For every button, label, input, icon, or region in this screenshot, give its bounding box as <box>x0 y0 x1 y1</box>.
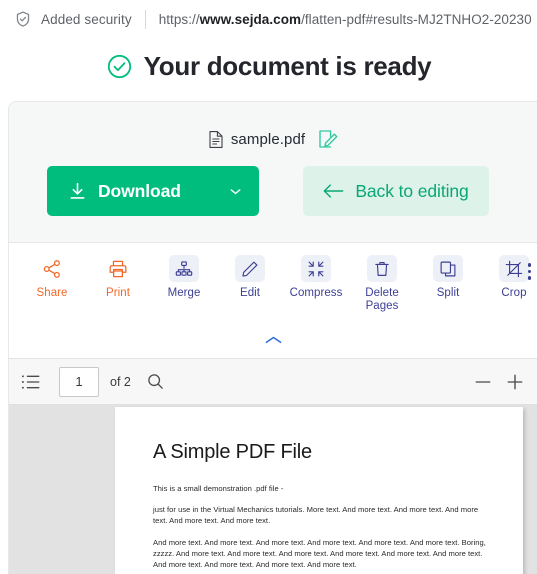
kebab-vertical-icon <box>527 263 531 267</box>
compress-arrows-icon <box>301 255 331 282</box>
zoom-out-button[interactable] <box>467 366 499 398</box>
zoom-in-button[interactable] <box>499 366 531 398</box>
arrow-left-icon <box>323 183 344 199</box>
download-label: Download <box>98 180 181 201</box>
pdf-paragraph: This is a small demonstration .pdf file … <box>153 484 284 493</box>
app-root: Added security https://www.sejda.com/fla… <box>0 0 537 574</box>
page-total-label: of 2 <box>110 374 131 389</box>
url-path: /flatten-pdf#results-MJ2TNHO2-20230 <box>301 11 532 27</box>
trash-icon <box>367 255 397 282</box>
pdf-page-content: A Simple PDF File This is a small demons… <box>115 407 523 574</box>
crop-icon <box>499 255 529 282</box>
viewer-toolbar-right <box>467 366 537 398</box>
security-label: Added security <box>41 11 132 27</box>
pdf-page-1: A Simple PDF File This is a small demons… <box>115 407 523 574</box>
tool-label: Print <box>106 287 130 299</box>
pdf-paragraph: just for use in the Virtual Mechanics tu… <box>153 505 479 526</box>
omnibox-divider <box>144 9 146 29</box>
file-name: sample.pdf <box>230 130 306 148</box>
viewer-toolbar-left: of 2 <box>9 366 164 397</box>
search-icon[interactable] <box>147 373 164 390</box>
tool-label: Edit <box>239 287 261 299</box>
omnibox-content: Added security https://www.sejda.com/fla… <box>0 9 537 29</box>
list-thumbnails-icon[interactable] <box>21 374 40 390</box>
page-title: Your document is ready <box>143 50 432 81</box>
tool-share[interactable]: Share <box>19 255 85 300</box>
back-to-editing-label: Back to editing <box>355 180 469 201</box>
address-bar-url[interactable]: https://www.sejda.com/flatten-pdf#result… <box>159 12 532 27</box>
tools-toolbar: Share Print Merge Edit Compress Delete P… <box>8 243 537 331</box>
chevron-up-icon[interactable] <box>260 331 286 349</box>
browser-omnibox[interactable]: Added security https://www.sejda.com/fla… <box>0 0 537 38</box>
file-name-row: sample.pdf <box>9 129 537 149</box>
back-to-editing-button[interactable]: Back to editing <box>303 166 489 216</box>
pencil-icon <box>235 255 265 282</box>
tool-edit[interactable]: Edit <box>217 255 283 300</box>
pdf-paragraph: And more text. And more text. And more t… <box>153 537 486 570</box>
pdf-viewer-toolbar: of 2 <box>8 358 537 405</box>
tool-label: Share <box>36 287 68 299</box>
edit-square-icon[interactable] <box>318 129 338 149</box>
merge-tree-icon <box>169 255 199 282</box>
tool-compress[interactable]: Compress <box>283 255 349 300</box>
tool-label: Split <box>436 287 460 299</box>
kebab-vertical-icon <box>527 269 531 273</box>
tool-split[interactable]: Split <box>415 255 481 300</box>
primary-actions-row: Download Back to editing <box>9 166 537 216</box>
kebab-vertical-icon <box>527 276 531 280</box>
page-title-row: Your document is ready <box>0 42 537 90</box>
tool-delete-pages[interactable]: Delete Pages <box>349 255 415 313</box>
toolbar-collapse-row <box>8 331 537 358</box>
pdf-document-title: A Simple PDF File <box>153 441 312 463</box>
document-icon <box>209 130 223 148</box>
result-card: sample.pdf Download Back to editing <box>8 101 537 243</box>
tools-list: Share Print Merge Edit Compress Delete P… <box>9 243 537 313</box>
download-options-caret[interactable] <box>210 188 259 195</box>
split-pages-icon <box>433 255 463 282</box>
printer-icon <box>103 255 133 282</box>
tool-print[interactable]: Print <box>85 255 151 300</box>
tool-label: Merge <box>167 287 201 299</box>
download-arrow-icon <box>69 182 86 200</box>
share-nodes-icon <box>37 255 67 282</box>
check-circle-icon <box>106 53 133 80</box>
url-domain: www.sejda.com <box>199 11 302 27</box>
page-number-input[interactable] <box>59 366 99 397</box>
tool-merge[interactable]: Merge <box>151 255 217 300</box>
tool-label: Crop <box>501 287 527 299</box>
shield-check-icon <box>14 10 32 28</box>
tool-label: Compress <box>289 287 343 299</box>
pdf-viewer-area[interactable]: A Simple PDF File This is a small demons… <box>8 405 537 574</box>
more-tools-button[interactable] <box>527 263 531 280</box>
tool-label: Delete Pages <box>365 287 399 312</box>
url-prefix: https:// <box>158 11 200 27</box>
download-button[interactable]: Download <box>47 166 259 216</box>
